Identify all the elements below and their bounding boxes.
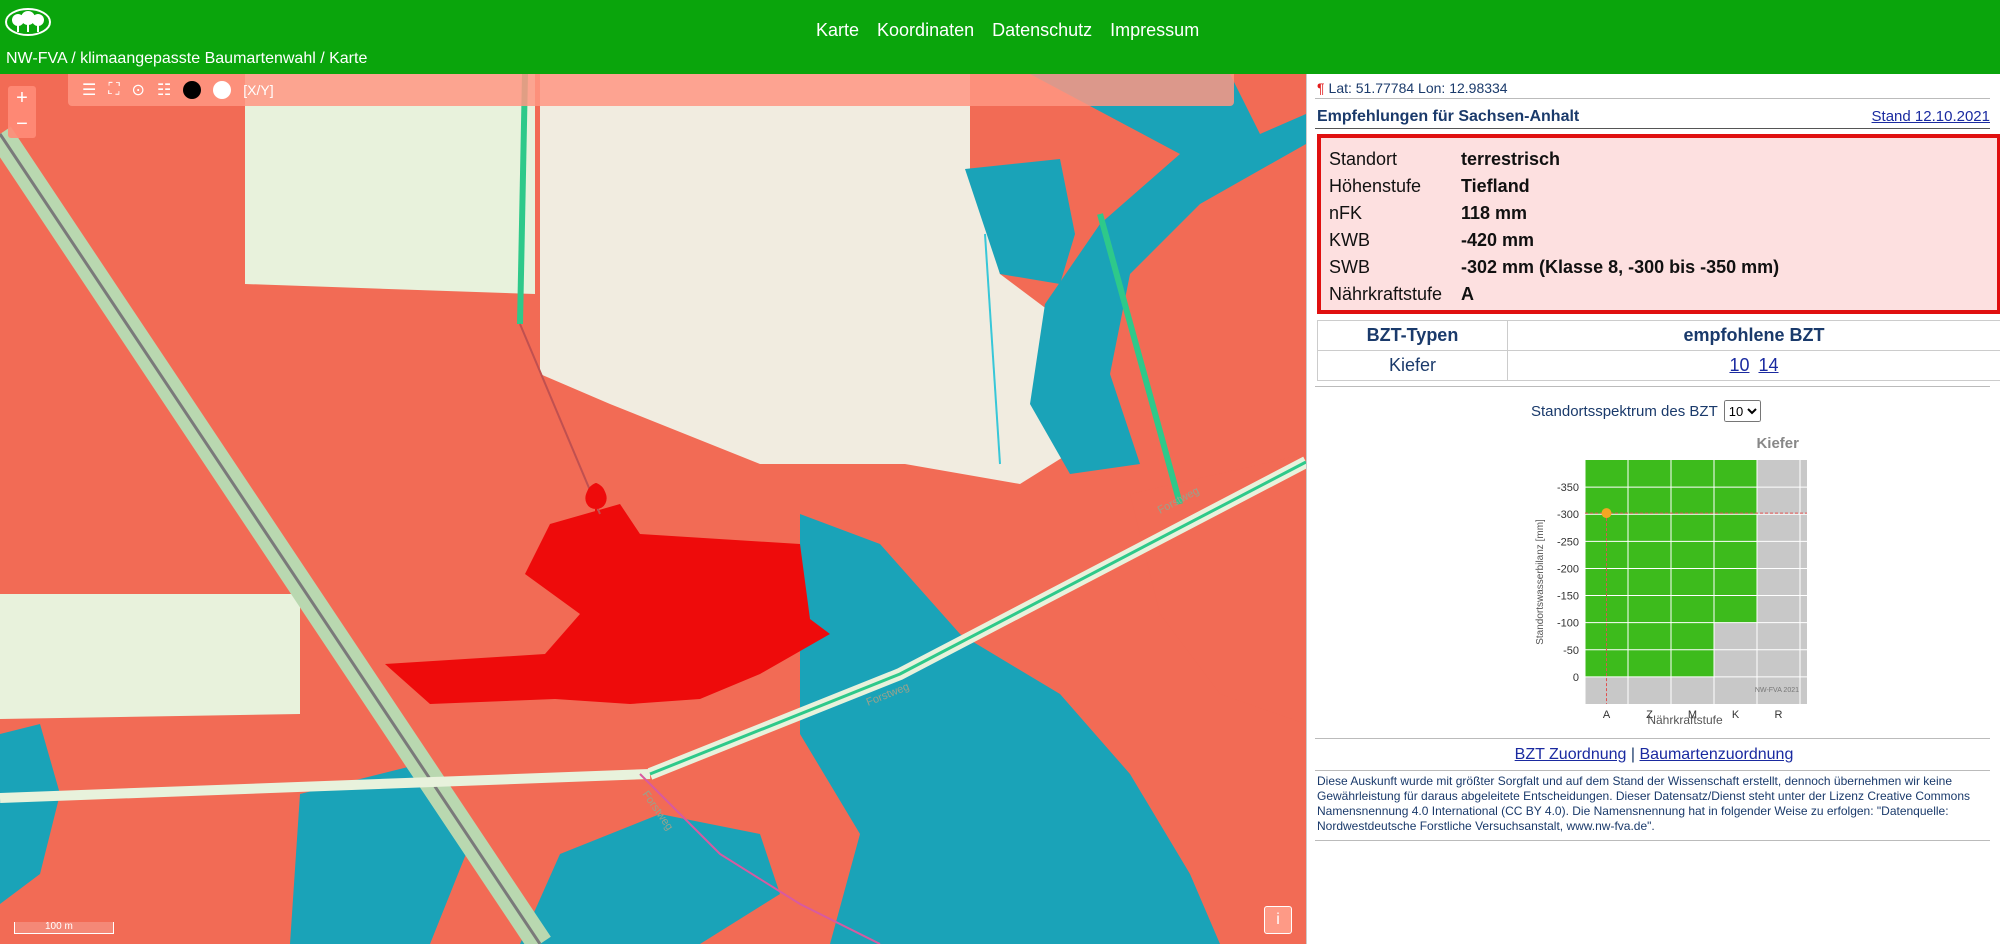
x-tick-label: R <box>1775 709 1783 721</box>
divider <box>1315 98 1990 99</box>
recommended-bzt-cell: 10 14 <box>1507 350 2000 381</box>
divider <box>1315 770 1990 771</box>
breadcrumb: NW-FVA / klimaangepasste Baumartenwahl /… <box>6 50 368 67</box>
chart-x-axis-label: Nährkraftstufe <box>1647 713 1723 727</box>
x-tick-label: K <box>1732 709 1740 721</box>
main-nav: Karte Koordinaten Datenschutz Impressum <box>816 20 1199 41</box>
chart-watermark: NW-FVA 2021 <box>1755 687 1799 694</box>
spectrum-label: Standortsspektrum des BZT <box>1531 402 1718 420</box>
map-toolbar: ☰ ⛶ ⊙ ☷ [X/Y] <box>68 74 1234 106</box>
top-bar: Karte Koordinaten Datenschutz Impressum … <box>0 0 2000 74</box>
nav-datenschutz[interactable]: Datenschutz <box>992 20 1092 41</box>
spectrum-selector: Standortsspektrum des BZT 10 <box>1531 400 1761 422</box>
property-row: KWB -420 mm <box>1329 230 1535 250</box>
y-tick-label: -250 <box>1557 536 1579 548</box>
tree-species-assignment-link[interactable]: Baumartenzuordnung <box>1639 746 1793 763</box>
recommendations-title: Empfehlungen für Sachsen-Anhalt <box>1317 108 1580 125</box>
bzt-assignment-link[interactable]: BZT Zuordnung <box>1515 746 1627 763</box>
site-point <box>1601 508 1612 519</box>
menu-icon[interactable]: ☰ <box>82 80 96 100</box>
column-header: BZT-Typen <box>1317 320 1508 351</box>
table-header-row: BZT-Typen empfohlene BZT <box>1317 320 2000 351</box>
column-header: empfohlene BZT <box>1507 320 2000 351</box>
property-row: SWB -302 mm (Klasse 8, -300 bis -350 mm) <box>1329 257 1780 277</box>
map-view[interactable]: Forstweg Forstweg Forstweg + − ☰ ⛶ ⊙ ☷ [… <box>0 74 1306 944</box>
y-tick-label: -300 <box>1557 509 1579 521</box>
bzt-link-14[interactable]: 14 <box>1759 355 1779 375</box>
bzt-type-cell: Kiefer <box>1317 350 1508 381</box>
x-tick-label: A <box>1603 709 1611 721</box>
divider <box>1315 738 1990 739</box>
disclaimer-text: Diese Auskunft wurde mit größter Sorgfal… <box>1317 774 1971 833</box>
divider <box>1315 840 1990 841</box>
scale-bar: 100 m <box>14 922 114 934</box>
white-color-dot[interactable] <box>213 81 232 99</box>
bzt-link-10[interactable]: 10 <box>1729 355 1749 375</box>
table-row: Kiefer 10 14 <box>1317 350 2000 381</box>
y-tick-label: -150 <box>1557 591 1579 603</box>
property-row: nFK 118 mm <box>1329 203 1528 223</box>
y-tick-label: -50 <box>1563 645 1579 657</box>
property-row: Standort terrestrisch <box>1329 149 1561 169</box>
nwfva-logo-icon[interactable] <box>4 6 52 38</box>
chart-column-RC <box>1800 460 1807 704</box>
black-color-dot[interactable] <box>183 81 202 99</box>
info-button[interactable]: i <box>1264 906 1292 934</box>
meadow-area-w <box>0 594 300 719</box>
property-row: Nährkraftstufe A <box>1329 284 1474 304</box>
property-row: Höhenstufe Tiefland <box>1329 176 1530 196</box>
coordinate-readout: ¶ Lat: 51.77784 Lon: 12.98334 <box>1317 80 1508 96</box>
bzt-select[interactable]: 10 <box>1723 400 1761 422</box>
chart-y-axis-label: Standortswasserbilanz [mm] <box>1535 519 1546 645</box>
divider <box>1315 386 1990 387</box>
info-panel: ¶ Lat: 51.77784 Lon: 12.98334 Empfehlunge… <box>1306 74 2000 944</box>
locate-icon[interactable]: ⊙ <box>132 80 145 100</box>
nav-koordinaten[interactable]: Koordinaten <box>877 20 974 41</box>
y-tick-label: -200 <box>1557 563 1579 575</box>
map-canvas[interactable]: Forstweg Forstweg Forstweg <box>0 74 1306 944</box>
zoom-in-button[interactable]: + <box>8 86 36 112</box>
legend-icon[interactable]: ☷ <box>157 80 171 100</box>
y-tick-label: -100 <box>1557 618 1579 630</box>
spectrum-chart: Kiefer AZMKRRC-350-300-250-200-150-100-5… <box>1535 435 1807 727</box>
bzt-table: BZT-Typen empfohlene BZT Kiefer 10 14 <box>1317 320 2000 381</box>
y-tick-label: -350 <box>1557 482 1579 494</box>
stand-date-link[interactable]: Stand 12.10.2021 <box>1872 108 1990 125</box>
xy-toggle[interactable]: [X/Y] <box>243 82 273 98</box>
chart-column-R <box>1757 460 1800 704</box>
fullscreen-icon[interactable]: ⛶ <box>108 81 119 99</box>
link-separator: | <box>1630 746 1636 763</box>
chart-title: Kiefer <box>1756 435 1799 452</box>
nav-karte[interactable]: Karte <box>816 20 859 41</box>
pin-icon: ¶ <box>1317 80 1325 96</box>
nav-impressum[interactable]: Impressum <box>1110 20 1199 41</box>
site-properties-box: Standort terrestrisch Höhenstufe Tiefland … <box>1317 134 2000 314</box>
zoom-control: + − <box>8 86 36 138</box>
coordinate-text: Lat: 51.77784 Lon: 12.98334 <box>1328 80 1508 96</box>
chart-cells <box>1584 460 1807 704</box>
meadow-area <box>245 74 535 294</box>
divider <box>1315 128 1990 129</box>
assignment-links: BZT Zuordnung | Baumartenzuordnung <box>1307 746 2000 764</box>
y-tick-label: 0 <box>1573 672 1579 684</box>
zoom-out-button[interactable]: − <box>8 112 36 138</box>
